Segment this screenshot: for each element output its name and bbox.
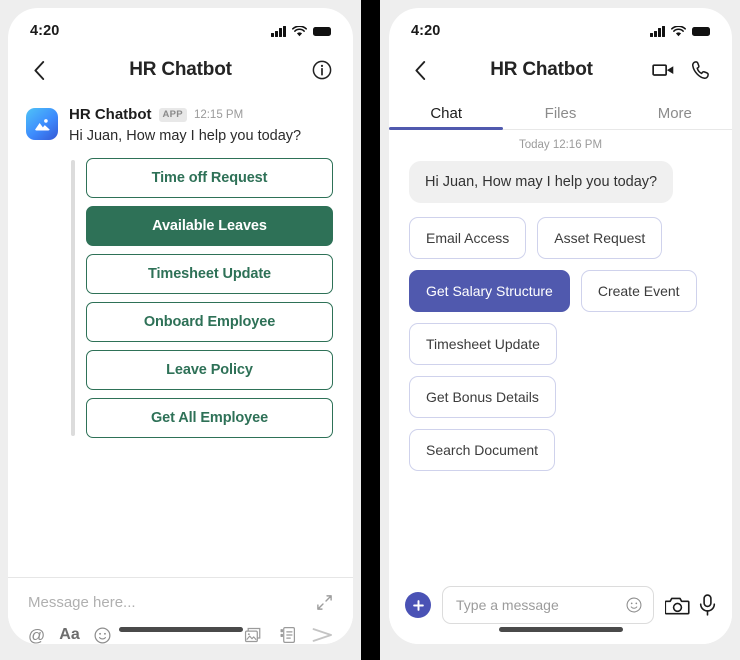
- day-timestamp: Today 12:16 PM: [518, 139, 603, 151]
- checklist-icon[interactable]: [279, 626, 296, 644]
- app-bar-right: HR Chatbot: [389, 48, 732, 92]
- text-format-icon[interactable]: Aa: [59, 627, 79, 643]
- message-meta: HR Chatbot APP 12:15 PM: [69, 106, 335, 123]
- back-button[interactable]: [407, 57, 433, 83]
- emoji-smiley-icon[interactable]: [94, 627, 111, 644]
- home-indicator: [498, 627, 623, 632]
- quick-reply-chip[interactable]: Get Bonus Details: [409, 376, 556, 418]
- quick-reply-chip[interactable]: Get Salary Structure: [409, 270, 570, 312]
- status-time: 4:20: [30, 23, 60, 39]
- status-icon-group: [271, 25, 331, 37]
- status-bar-right: 4:20: [389, 8, 732, 48]
- tab-files[interactable]: Files: [503, 105, 617, 129]
- suggestion-button[interactable]: Available Leaves: [86, 205, 333, 246]
- battery-icon: [692, 26, 710, 36]
- quick-reply-chip[interactable]: Timesheet Update: [409, 323, 557, 365]
- send-arrow-icon[interactable]: [312, 626, 333, 644]
- quick-reply-chip[interactable]: Asset Request: [537, 217, 663, 259]
- emoji-smiley-icon[interactable]: [626, 597, 642, 613]
- battery-icon: [313, 26, 331, 36]
- image-gallery-icon[interactable]: [244, 626, 263, 644]
- microphone-icon[interactable]: [699, 594, 716, 616]
- composer-media-actions: [665, 594, 716, 616]
- message-timestamp: 12:15 PM: [193, 108, 244, 121]
- signal-bars-icon: [271, 25, 286, 37]
- page-title: HR Chatbot: [129, 59, 232, 80]
- suggestion-button[interactable]: Timesheet Update: [86, 253, 333, 294]
- app-bar-left: HR Chatbot: [8, 48, 353, 92]
- composer-tools-left: @ Aa: [28, 627, 111, 644]
- home-indicator: [118, 627, 243, 632]
- quick-reply-chip[interactable]: Create Event: [580, 270, 697, 312]
- status-time: 4:20: [411, 23, 441, 39]
- camera-icon[interactable]: [665, 595, 690, 616]
- plus-icon[interactable]: [405, 592, 431, 618]
- app-bar-actions: [650, 57, 714, 83]
- suggestion-list-wrapper: Time off Request Available Leaves Timeshee…: [71, 157, 333, 438]
- message-input-field[interactable]: Type a message: [442, 586, 654, 624]
- message-content: HR Chatbot APP 12:15 PM Hi Juan, How may…: [69, 106, 335, 147]
- tab-bar: Chat Files More: [389, 96, 732, 130]
- info-circle-icon[interactable]: [309, 57, 335, 83]
- bubble-row: Hi Juan, How may I help you today?: [389, 157, 732, 203]
- wifi-icon: [292, 25, 307, 37]
- expand-arrows-icon[interactable]: [316, 594, 333, 611]
- app-badge: APP: [158, 107, 187, 122]
- phone-mockup-left: 4:20 HR Chatbot HR Chatbot APP 12:15 PM …: [8, 8, 353, 644]
- suggestion-button[interactable]: Onboard Employee: [86, 301, 333, 342]
- tab-more[interactable]: More: [618, 105, 732, 129]
- mention-icon[interactable]: @: [28, 627, 45, 644]
- phone-handset-icon[interactable]: [688, 57, 714, 83]
- message-text: Hi Juan, How may I help you today?: [69, 128, 302, 144]
- app-avatar-image-icon: [26, 108, 58, 140]
- composer-tools-right: [244, 626, 333, 644]
- video-camera-icon[interactable]: [650, 57, 676, 83]
- quick-reply-chip[interactable]: Email Access: [409, 217, 527, 259]
- composer-left: Message here... @ Aa: [8, 577, 353, 644]
- status-bar-left: 4:20: [8, 8, 353, 48]
- signal-bars-icon: [650, 25, 665, 37]
- wifi-icon: [671, 25, 686, 37]
- thread-line: [71, 159, 75, 436]
- suggestion-button[interactable]: Time off Request: [86, 157, 333, 198]
- tab-chat[interactable]: Chat: [389, 105, 504, 130]
- back-button[interactable]: [26, 57, 52, 83]
- phone-mockup-right: 4:20 HR Chatbot Chat Files More Today 12…: [389, 8, 732, 644]
- suggestion-button[interactable]: Leave Policy: [86, 349, 333, 390]
- page-title: HR Chatbot: [490, 59, 593, 80]
- screenshot-stage: 4:20 HR Chatbot HR Chatbot APP 12:15 PM …: [0, 0, 740, 660]
- quick-reply-chip-list: Email Access Asset Request Get Salary Stru…: [389, 203, 732, 471]
- composer-input-row[interactable]: Message here...: [28, 594, 333, 611]
- suggestion-list: Time off Request Available Leaves Timeshee…: [83, 157, 333, 438]
- chat-bubble-incoming: Hi Juan, How may I help you today?: [409, 161, 674, 203]
- status-icon-group: [650, 25, 710, 37]
- message-input-placeholder[interactable]: Type a message: [456, 597, 626, 613]
- message-sender: HR Chatbot: [69, 106, 152, 123]
- message-input-placeholder[interactable]: Message here...: [28, 594, 316, 611]
- composer-right: Type a message: [389, 566, 732, 644]
- suggestion-button[interactable]: Get All Employee: [86, 397, 333, 438]
- quick-reply-chip[interactable]: Search Document: [409, 429, 556, 471]
- chat-message-block: HR Chatbot APP 12:15 PM Hi Juan, How may…: [8, 92, 353, 147]
